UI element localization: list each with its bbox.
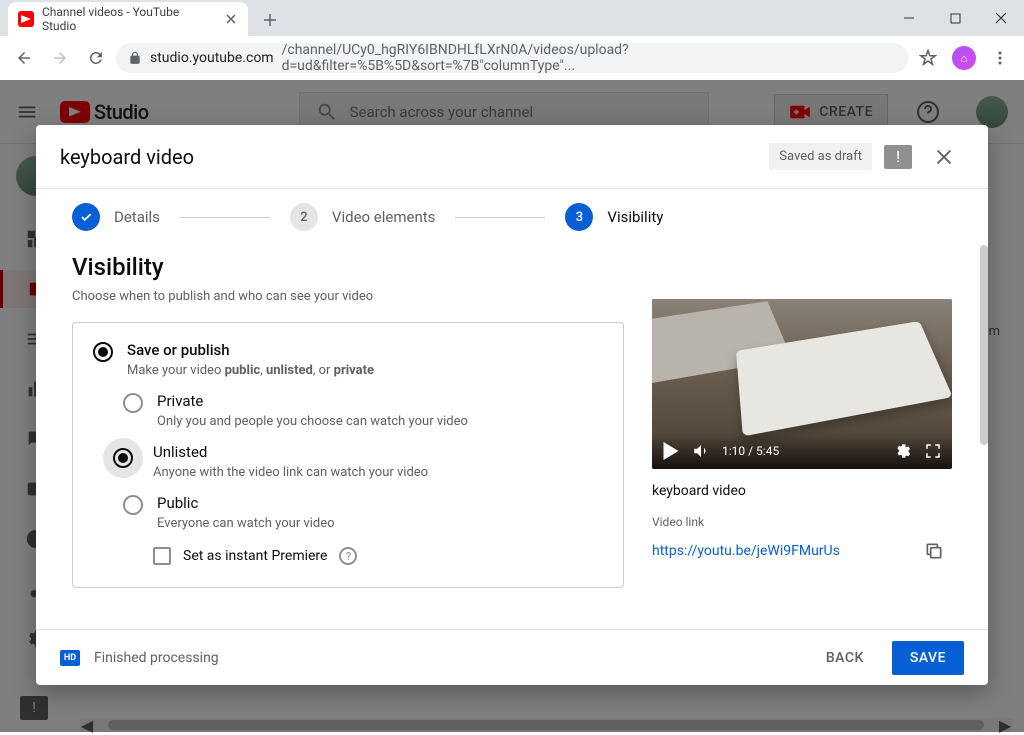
option-title: Save or publish [127, 341, 374, 359]
option-description: Make your video public, unlisted, or pri… [127, 363, 374, 378]
chrome-menu-button[interactable] [984, 42, 1016, 74]
option-description: Anyone with the video link can watch you… [153, 465, 428, 480]
radio-selected-icon[interactable] [113, 448, 133, 468]
step-number: 2 [290, 203, 318, 231]
profile-button[interactable]: ⌂ [948, 42, 980, 74]
desc-bold: unlisted [266, 363, 313, 378]
maximize-button[interactable] [932, 0, 978, 36]
settings-icon[interactable] [894, 442, 912, 460]
omnibox[interactable]: studio.youtube.com/channel/UCy0_hgRIY6IB… [116, 43, 908, 73]
upload-modal: keyboard video Saved as draft ! Details … [36, 125, 988, 685]
desc-text: Make your video [127, 363, 225, 378]
bookmark-button[interactable] [912, 42, 944, 74]
browser-chrome: Channel videos - YouTube Studio studio.y… [0, 0, 1024, 80]
player-controls: 1:10 / 5:45 [652, 433, 952, 469]
options-panel: Save or publish Make your video public, … [72, 322, 624, 588]
radio-icon[interactable] [123, 393, 143, 413]
step-label: Visibility [607, 208, 663, 226]
option-title: Private [157, 392, 468, 410]
preview-panel: 1:10 / 5:45 keyboard video Video link ht… [652, 245, 952, 613]
modal-header: keyboard video Saved as draft ! [36, 125, 988, 189]
hd-badge: HD [60, 650, 80, 666]
modal-body: Visibility Choose when to publish and wh… [36, 245, 988, 629]
radio-icon[interactable] [123, 495, 143, 515]
option-title: Public [157, 494, 335, 512]
premiere-label: Set as instant Premiere [183, 548, 327, 564]
avatar-icon: ⌂ [952, 46, 976, 70]
step-label: Details [114, 208, 160, 226]
modal-title: keyboard video [60, 145, 194, 169]
radio-ripple [103, 438, 143, 478]
play-icon[interactable] [662, 442, 680, 460]
preview-title: keyboard video [652, 483, 952, 499]
close-window-button[interactable] [978, 0, 1024, 36]
video-link-row: https://youtu.be/jeWi9FMurUs [652, 533, 952, 569]
option-description: Only you and people you choose can watch… [157, 414, 468, 429]
visibility-form: Visibility Choose when to publish and wh… [72, 245, 624, 613]
step-connector [455, 217, 545, 218]
url-host: studio.youtube.com [150, 50, 274, 66]
radio-selected-icon[interactable] [93, 342, 113, 362]
option-title: Unlisted [153, 443, 428, 461]
step-video-elements[interactable]: 2 Video elements [290, 203, 435, 231]
tab-bar: Channel videos - YouTube Studio [0, 0, 1024, 36]
save-or-publish-option[interactable]: Save or publish Make your video public, … [93, 341, 603, 378]
checkbox-icon[interactable] [153, 547, 171, 565]
step-details[interactable]: Details [72, 203, 160, 231]
step-connector [180, 217, 270, 218]
desc-bold: private [334, 363, 374, 378]
back-button[interactable] [8, 42, 40, 74]
feedback-icon[interactable]: ! [884, 145, 912, 169]
public-option[interactable]: Public Everyone can watch your video [123, 494, 603, 531]
close-tab-icon[interactable] [224, 12, 238, 26]
new-tab-button[interactable] [256, 6, 284, 34]
browser-tab[interactable]: Channel videos - YouTube Studio [8, 2, 248, 36]
private-option[interactable]: Private Only you and people you choose c… [123, 392, 603, 429]
stepper: Details 2 Video elements 3 Visibility [36, 189, 988, 245]
option-description: Everyone can watch your video [157, 516, 335, 531]
video-player[interactable]: 1:10 / 5:45 [652, 299, 952, 469]
section-subtitle: Choose when to publish and who can see y… [72, 289, 624, 304]
video-link[interactable]: https://youtu.be/jeWi9FMurUs [652, 543, 840, 559]
modal-footer: HD Finished processing BACK SAVE [36, 629, 988, 685]
step-number: 3 [565, 203, 593, 231]
window-controls [886, 0, 1024, 36]
draft-status-badge: Saved as draft [769, 143, 872, 170]
url-path: /channel/UCy0_hgRIY6IBNDHLfLXrN0A/videos… [282, 42, 896, 74]
volume-icon[interactable] [692, 442, 710, 460]
section-title: Visibility [72, 253, 624, 281]
back-button[interactable]: BACK [812, 642, 878, 674]
step-visibility[interactable]: 3 Visibility [565, 203, 663, 231]
check-icon [72, 203, 100, 231]
desc-text: , or [313, 363, 334, 378]
forward-button[interactable] [44, 42, 76, 74]
desc-bold: public [225, 363, 261, 378]
help-icon[interactable]: ? [339, 547, 357, 565]
youtube-favicon [18, 11, 34, 27]
address-bar: studio.youtube.com/channel/UCy0_hgRIY6IB… [0, 36, 1024, 80]
vertical-scrollbar[interactable] [980, 245, 988, 445]
fullscreen-icon[interactable] [924, 442, 942, 460]
processing-status: Finished processing [94, 650, 219, 666]
player-time: 1:10 / 5:45 [722, 444, 779, 458]
copy-link-button[interactable] [916, 533, 952, 569]
step-label: Video elements [332, 208, 435, 226]
tab-title: Channel videos - YouTube Studio [42, 5, 216, 33]
minimize-button[interactable] [886, 0, 932, 36]
video-link-label: Video link [652, 515, 952, 529]
close-modal-button[interactable] [924, 137, 964, 177]
premiere-option[interactable]: Set as instant Premiere ? [153, 547, 603, 565]
reload-button[interactable] [80, 42, 112, 74]
lock-icon [128, 51, 142, 65]
unlisted-option[interactable]: Unlisted Anyone with the video link can … [113, 443, 603, 480]
save-button[interactable]: SAVE [892, 641, 964, 675]
